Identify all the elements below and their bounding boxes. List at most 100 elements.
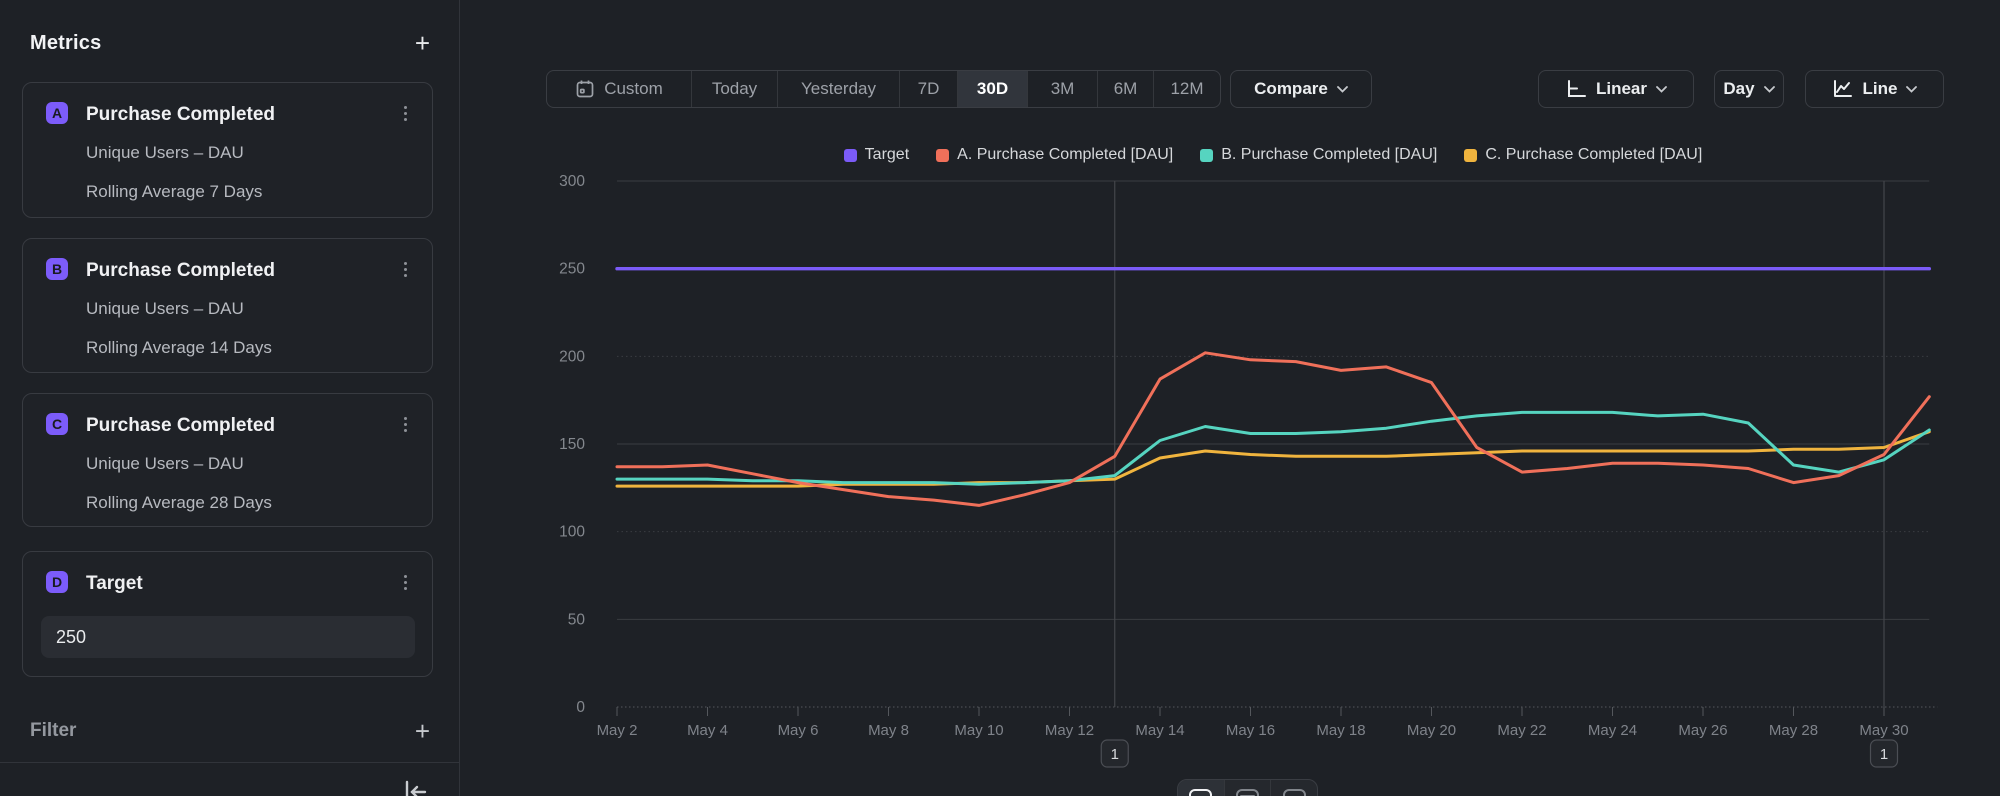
granularity-button[interactable]: Day (1714, 70, 1784, 108)
filter-title: Filter (30, 720, 76, 742)
chevron-down-icon (1764, 86, 1775, 93)
metric-card-c[interactable]: C Purchase Completed Unique Users – DAU … (22, 393, 433, 527)
x-axis-tick-label: May 30 (1859, 722, 1908, 739)
collapse-sidebar-icon[interactable] (398, 776, 432, 796)
x-axis-tick-label: May 22 (1497, 722, 1546, 739)
scale-button[interactable]: Linear (1538, 70, 1694, 108)
range-7d[interactable]: 7D (900, 71, 958, 107)
metric-transform[interactable]: Rolling Average 28 Days (86, 493, 272, 513)
table-view-button[interactable] (1225, 780, 1272, 796)
y-axis-tick-label: 50 (568, 611, 586, 628)
range-12m[interactable]: 12M (1154, 71, 1220, 107)
line-chart-icon (1832, 79, 1854, 99)
add-metric-button[interactable]: + (415, 30, 430, 56)
target-title: Target (86, 573, 143, 595)
legend-item-b[interactable]: B. Purchase Completed [DAU] (1200, 146, 1437, 164)
metric-badge-c: C (46, 413, 68, 435)
scale-label: Linear (1596, 79, 1647, 99)
metric-card-b[interactable]: B Purchase Completed Unique Users – DAU … (22, 238, 433, 373)
chart-view-icon (1189, 789, 1212, 796)
range-label: 7D (918, 79, 940, 99)
kebab-menu-icon[interactable] (396, 413, 414, 435)
x-axis-tick-label: May 12 (1045, 722, 1094, 739)
x-axis-tick-label: May 14 (1135, 722, 1184, 739)
series-line-b[interactable] (617, 412, 1929, 484)
series-line-c[interactable] (617, 432, 1929, 486)
range-yesterday[interactable]: Yesterday (778, 71, 900, 107)
chevron-down-icon (1906, 86, 1917, 93)
granularity-label: Day (1723, 79, 1754, 99)
range-custom[interactable]: Custom (547, 71, 692, 107)
metric-title: Purchase Completed (86, 104, 275, 126)
y-axis-tick-label: 200 (559, 348, 585, 365)
chart-type-label: Line (1863, 79, 1898, 99)
metric-measure[interactable]: Unique Users – DAU (86, 454, 244, 474)
legend-label: C. Purchase Completed [DAU] (1485, 146, 1702, 164)
annotation-marker-label: 1 (1111, 746, 1119, 763)
range-3m[interactable]: 3M (1028, 71, 1098, 107)
legend-swatch (936, 149, 949, 162)
target-value-input[interactable] (41, 616, 415, 658)
x-axis-tick-label: May 8 (868, 722, 909, 739)
x-axis-tick-label: May 6 (778, 722, 819, 739)
y-axis-tick-label: 250 (559, 261, 585, 278)
chart-type-button[interactable]: Line (1805, 70, 1944, 108)
legend-item-a[interactable]: A. Purchase Completed [DAU] (936, 146, 1173, 164)
sidebar: Metrics + A Purchase Completed Unique Us… (0, 0, 460, 796)
y-axis-tick-label: 150 (559, 436, 585, 453)
range-label: Yesterday (801, 79, 876, 99)
chart-legend: Target A. Purchase Completed [DAU] B. Pu… (617, 146, 1929, 164)
metric-title: Purchase Completed (86, 415, 275, 437)
sidebar-divider (0, 762, 460, 763)
range-label: Custom (604, 79, 663, 99)
metric-transform[interactable]: Rolling Average 14 Days (86, 338, 272, 358)
x-axis-tick-label: May 4 (687, 722, 728, 739)
card-view-icon (1283, 789, 1306, 796)
y-axis-tick-label: 0 (576, 699, 585, 716)
range-label: Today (712, 79, 757, 99)
metric-transform[interactable]: Rolling Average 7 Days (86, 182, 262, 202)
legend-swatch (844, 149, 857, 162)
x-axis-tick-label: May 16 (1226, 722, 1275, 739)
legend-item-target[interactable]: Target (844, 146, 909, 164)
x-axis-tick-label: May 26 (1678, 722, 1727, 739)
table-view-icon (1236, 789, 1259, 796)
metrics-title: Metrics (30, 32, 101, 55)
range-6m[interactable]: 6M (1098, 71, 1154, 107)
legend-label: A. Purchase Completed [DAU] (957, 146, 1173, 164)
card-view-button[interactable] (1271, 780, 1317, 796)
kebab-menu-icon[interactable] (396, 571, 414, 593)
kebab-menu-icon[interactable] (396, 102, 414, 124)
filter-section: Filter + (30, 718, 430, 744)
add-filter-button[interactable]: + (415, 718, 430, 744)
metric-measure[interactable]: Unique Users – DAU (86, 299, 244, 319)
legend-item-c[interactable]: C. Purchase Completed [DAU] (1464, 146, 1702, 164)
y-axis-tick-label: 100 (559, 524, 585, 541)
target-card[interactable]: D Target (22, 551, 433, 677)
range-label: 12M (1170, 79, 1203, 99)
y-axis-tick-label: 300 (559, 173, 585, 190)
metric-badge-b: B (46, 258, 68, 280)
chevron-down-icon (1656, 86, 1667, 93)
x-axis-tick-label: May 20 (1407, 722, 1456, 739)
kebab-menu-icon[interactable] (396, 258, 414, 280)
chevron-down-icon (1337, 86, 1348, 93)
linear-scale-icon (1565, 79, 1587, 99)
range-30d[interactable]: 30D (958, 71, 1028, 107)
chart-view-button[interactable] (1178, 780, 1225, 796)
range-label: 6M (1114, 79, 1138, 99)
legend-label: B. Purchase Completed [DAU] (1221, 146, 1437, 164)
x-axis-tick-label: May 24 (1588, 722, 1637, 739)
x-axis-tick-label: May 2 (597, 722, 638, 739)
metric-badge-d: D (46, 571, 68, 593)
x-axis-tick-label: May 18 (1316, 722, 1365, 739)
metric-card-a[interactable]: A Purchase Completed Unique Users – DAU … (22, 82, 433, 218)
view-toggle-group (1177, 779, 1318, 796)
compare-label: Compare (1254, 79, 1328, 99)
metric-title: Purchase Completed (86, 260, 275, 282)
compare-button[interactable]: Compare (1230, 70, 1372, 108)
metric-measure[interactable]: Unique Users – DAU (86, 143, 244, 163)
range-today[interactable]: Today (692, 71, 778, 107)
metric-badge-a: A (46, 102, 68, 124)
range-label: 30D (977, 79, 1008, 99)
